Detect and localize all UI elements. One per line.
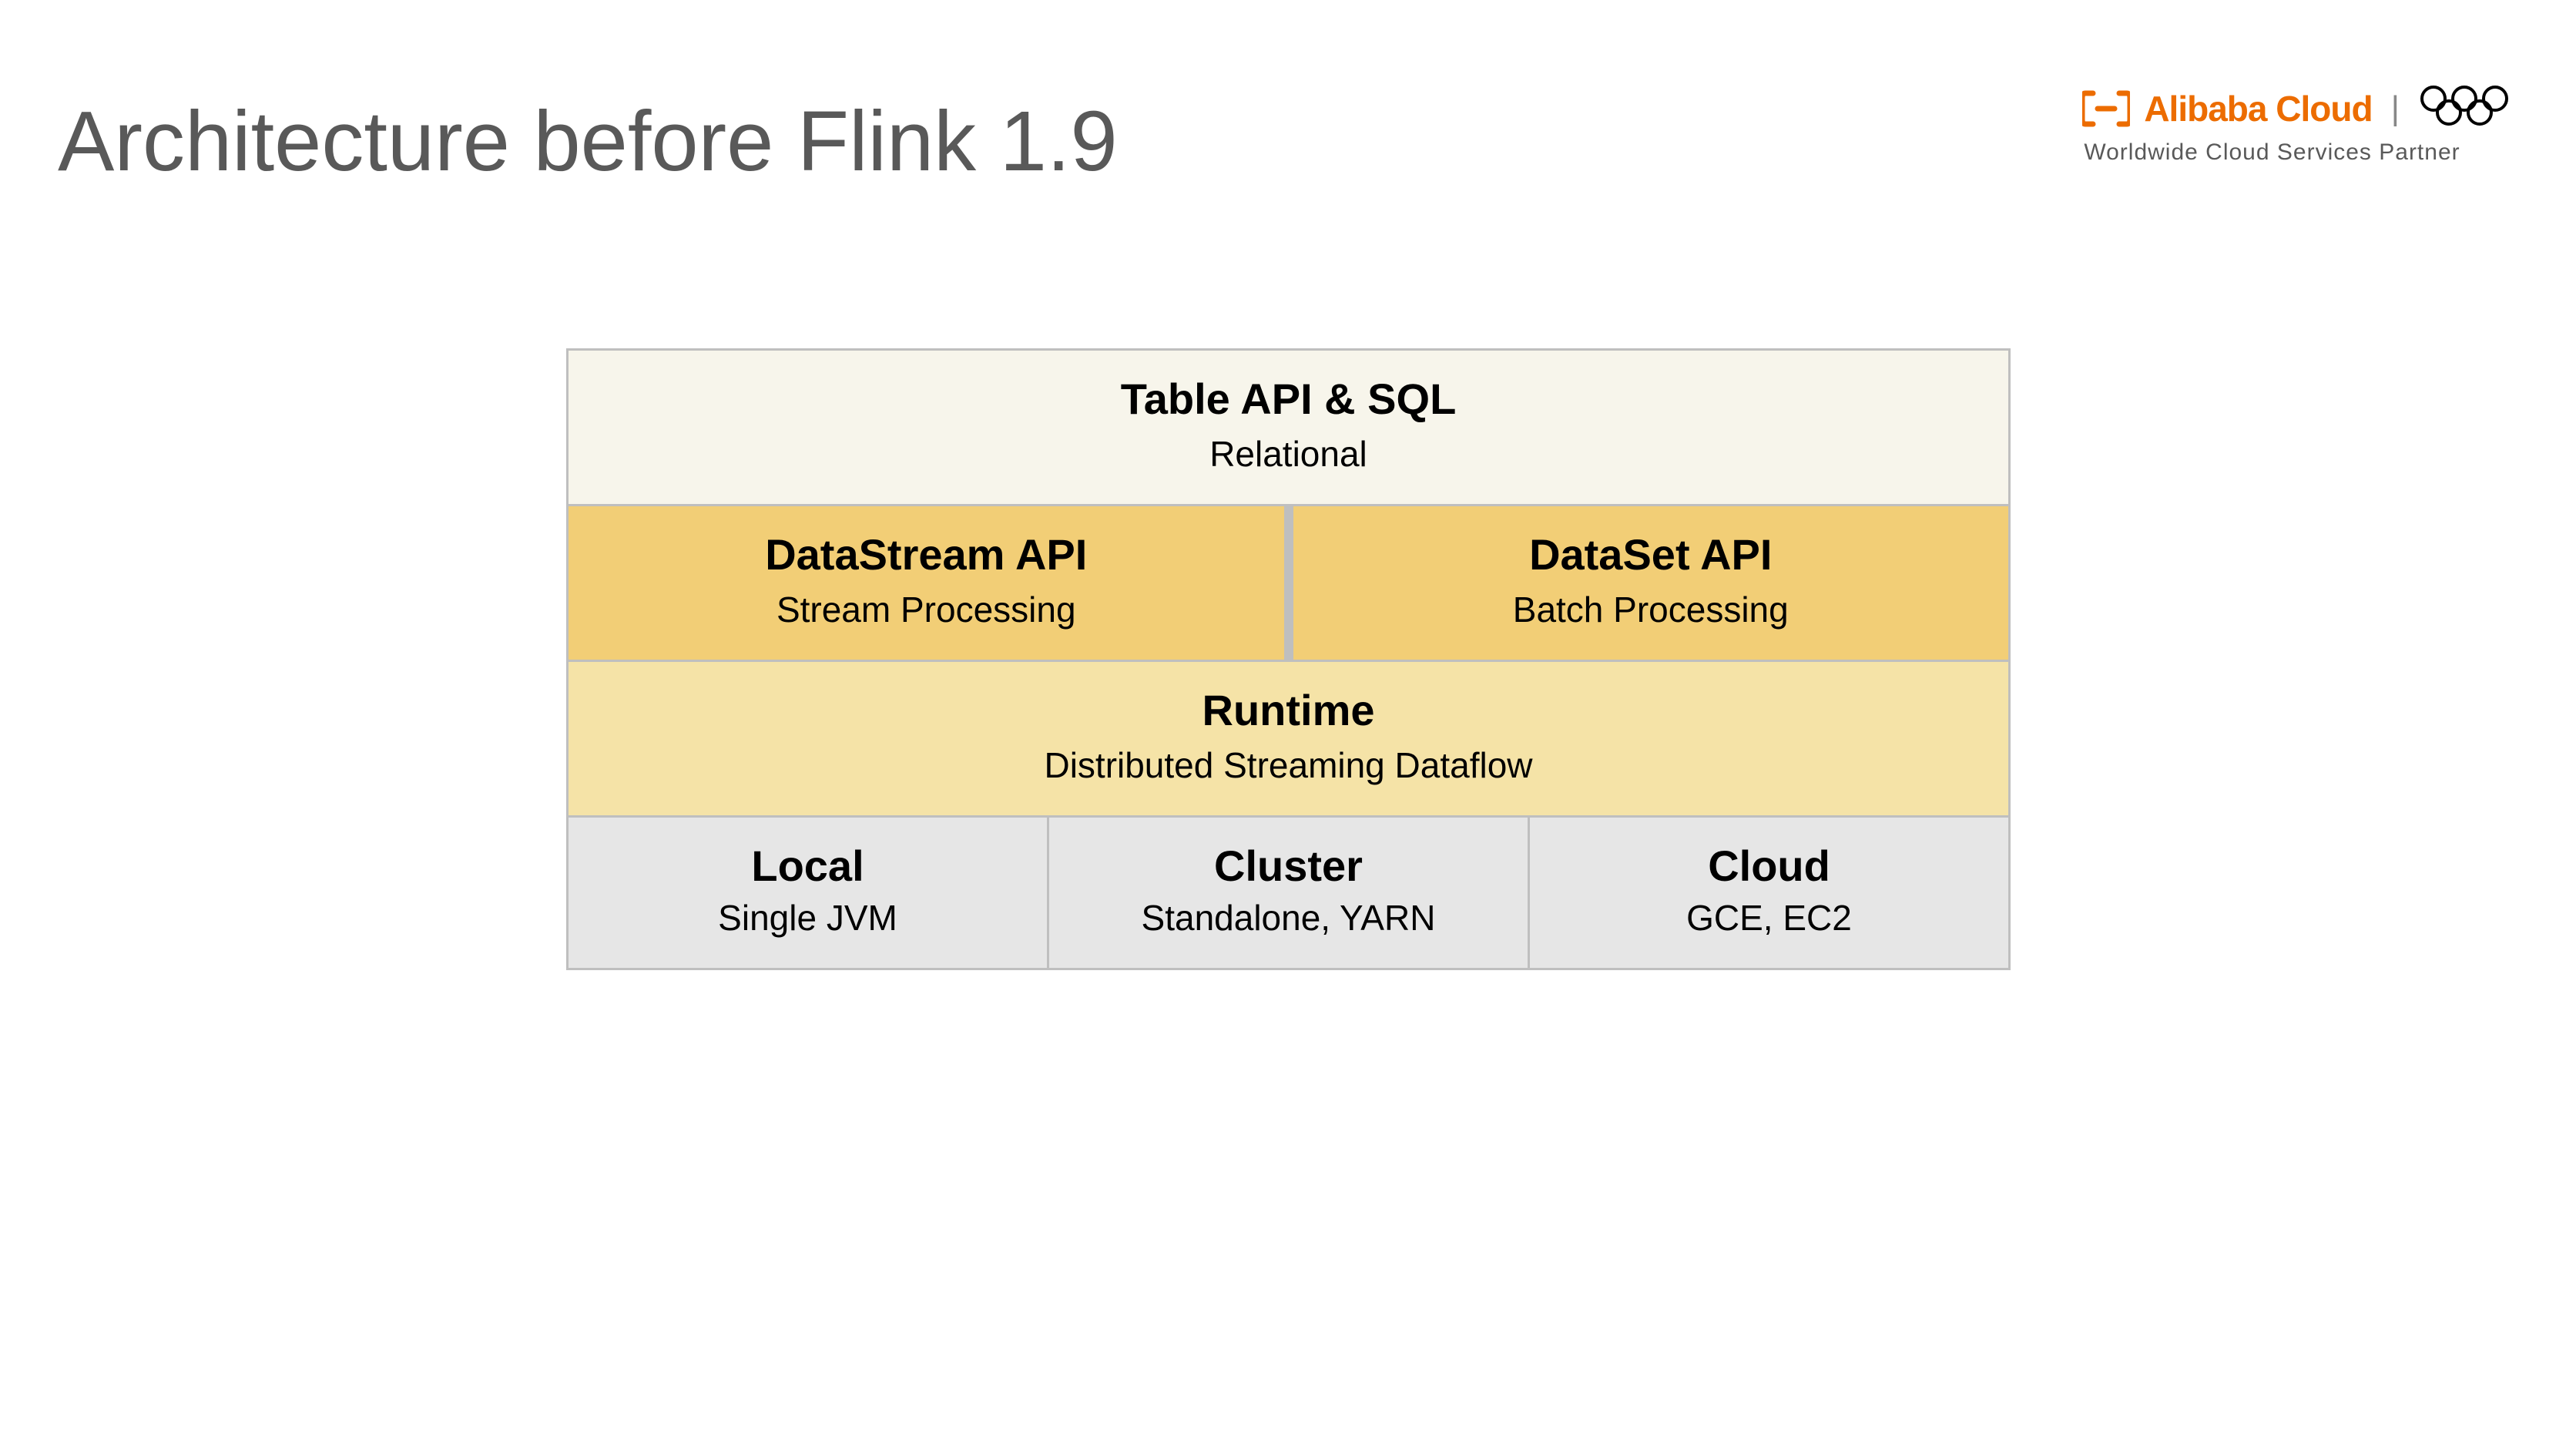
cell-dataset-api: DataSet API Batch Processing — [1289, 506, 2009, 660]
cell-title: DataStream API — [765, 529, 1087, 579]
cell-subtitle: Stream Processing — [776, 589, 1076, 630]
cell-subtitle: Batch Processing — [1513, 589, 1789, 630]
layer-table-api: Table API & SQL Relational — [569, 351, 2008, 504]
cell-subtitle: GCE, EC2 — [1686, 897, 1852, 939]
cell-cluster: Cluster Standalone, YARN — [1047, 818, 1528, 968]
cell-title: DataSet API — [1529, 529, 1772, 579]
cell-datastream-api: DataStream API Stream Processing — [569, 506, 1289, 660]
cell-subtitle: Relational — [1209, 433, 1367, 475]
cell-local: Local Single JVM — [569, 818, 1047, 968]
cell-title: Cloud — [1708, 841, 1830, 891]
alibaba-bracket-icon — [2082, 90, 2130, 127]
slide-title: Architecture before Flink 1.9 — [58, 92, 1118, 190]
cell-table-api: Table API & SQL Relational — [569, 351, 2008, 504]
cell-title: Cluster — [1214, 841, 1363, 891]
brand-logo-block: Alibaba Cloud | Worldwide Cloud Services… — [2082, 85, 2511, 166]
layer-apis: DataStream API Stream Processing DataSet… — [569, 504, 2008, 660]
cell-cloud: Cloud GCE, EC2 — [1528, 818, 2008, 968]
cell-subtitle: Single JVM — [718, 897, 897, 939]
cell-title: Table API & SQL — [1121, 374, 1457, 424]
cell-subtitle: Standalone, YARN — [1142, 897, 1436, 939]
cell-title: Local — [751, 841, 864, 891]
brand-name: Alibaba Cloud — [2144, 88, 2372, 129]
layer-deployment: Local Single JVM Cluster Standalone, YAR… — [569, 815, 2008, 968]
cell-subtitle: Distributed Streaming Dataflow — [1044, 744, 1532, 786]
cell-title: Runtime — [1202, 685, 1375, 735]
layer-runtime: Runtime Distributed Streaming Dataflow — [569, 660, 2008, 815]
brand-logo-row: Alibaba Cloud | — [2082, 85, 2511, 132]
brand-tagline: Worldwide Cloud Services Partner — [2084, 139, 2460, 166]
olympic-rings-icon — [2418, 85, 2511, 132]
brand-divider: | — [2391, 89, 2400, 128]
architecture-diagram: Table API & SQL Relational DataStream AP… — [566, 348, 2011, 970]
cell-runtime: Runtime Distributed Streaming Dataflow — [569, 662, 2008, 815]
